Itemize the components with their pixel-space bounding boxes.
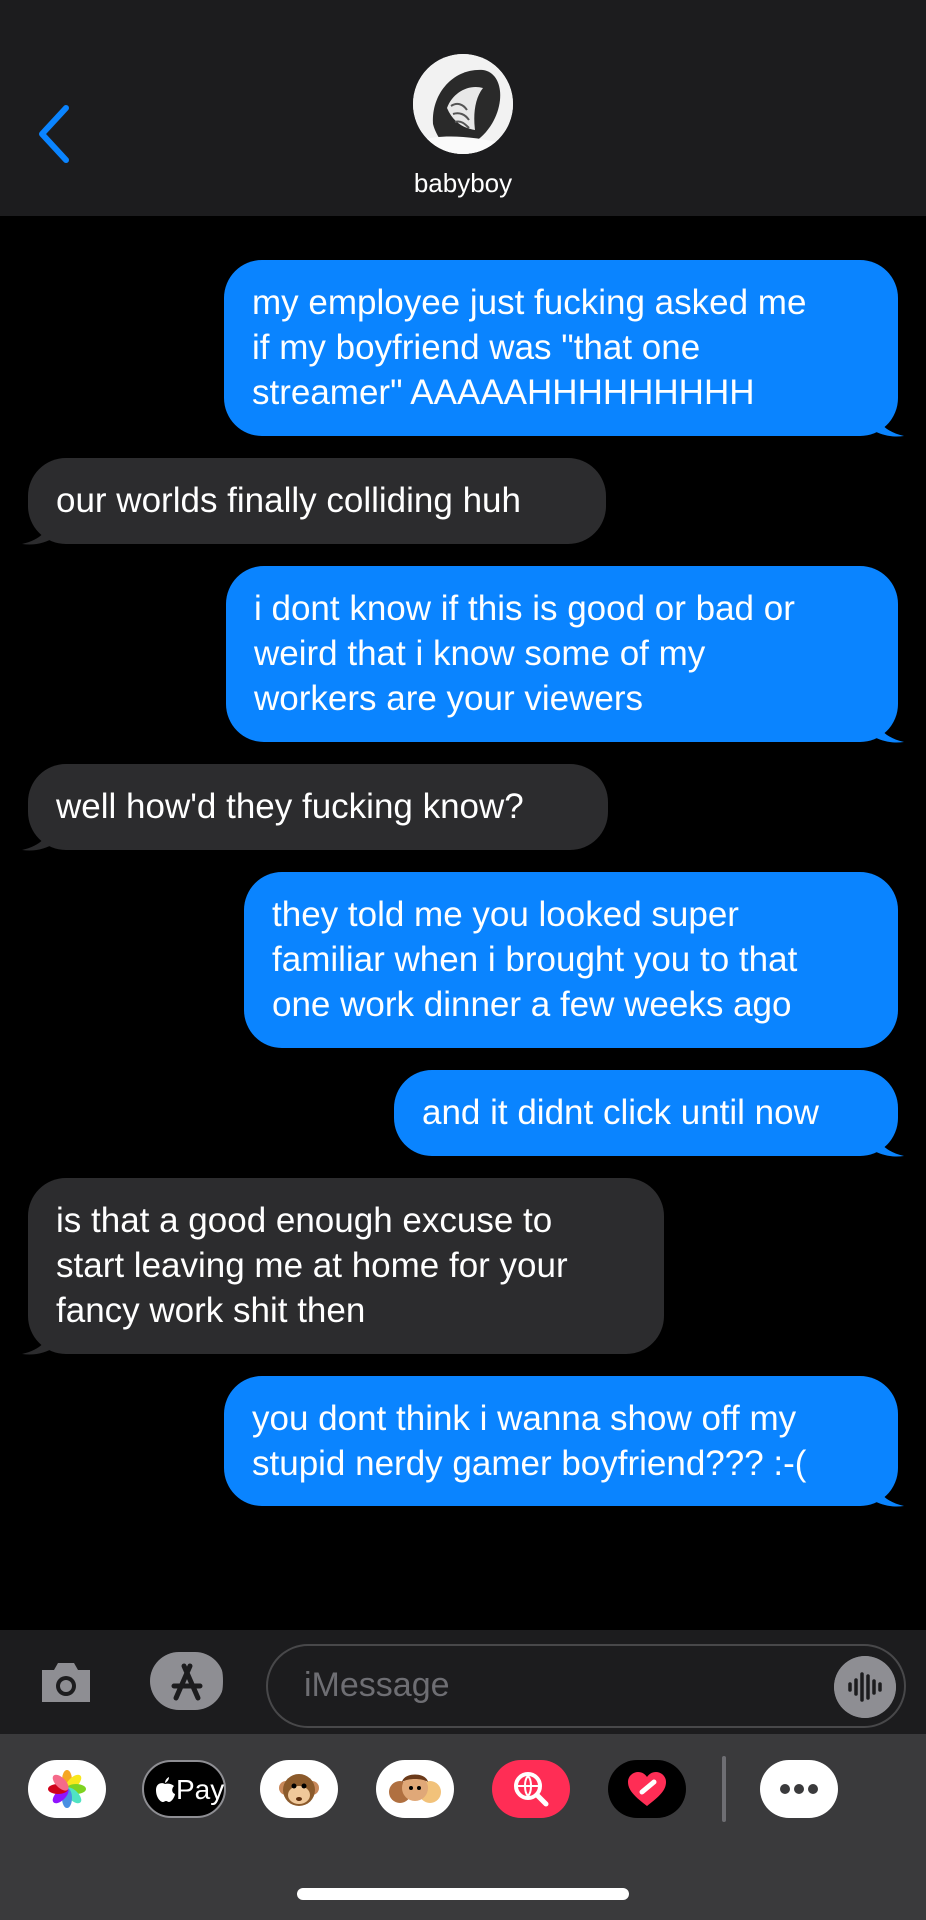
- received-message-bubble[interactable]: our worlds finally colliding huh: [28, 458, 606, 544]
- audio-message-icon[interactable]: [834, 1656, 896, 1718]
- contact-name[interactable]: babyboy: [0, 168, 926, 199]
- camera-icon[interactable]: [38, 1658, 94, 1706]
- apple-logo-icon: [156, 1777, 175, 1802]
- sent-bubble-tail: [872, 406, 904, 437]
- conversation-header: babyboy: [0, 0, 926, 216]
- apple-pay-icon[interactable]: Pay: [142, 1760, 226, 1818]
- avatar-image: [413, 54, 513, 154]
- message-text-line: start leaving me at home for your: [56, 1246, 568, 1285]
- message-text-line: if my boyfriend was "that one: [252, 328, 701, 367]
- more-apps-icon[interactable]: [760, 1760, 838, 1818]
- imessage-input[interactable]: iMessage: [266, 1644, 906, 1728]
- sent-message-bubble[interactable]: my employee just fucking asked me if my …: [224, 260, 898, 436]
- sent-bubble-tail: [872, 1126, 904, 1157]
- message-text-line: streamer" AAAAAHHHHHHHHH: [252, 373, 755, 412]
- back-chevron-icon[interactable]: [36, 104, 76, 164]
- message-text-line: they told me you looked super: [272, 895, 739, 934]
- app-drawer: Pay: [0, 1734, 926, 1920]
- sent-bubble-tail: [872, 712, 904, 743]
- message-text-line: i dont know if this is good or bad or: [254, 589, 795, 628]
- contact-avatar[interactable]: [413, 54, 513, 154]
- imessage-placeholder: iMessage: [304, 1666, 450, 1704]
- app-store-icon[interactable]: [148, 1650, 226, 1712]
- received-bubble-tail: [22, 514, 54, 545]
- message-text-line: familiar when i brought you to that: [272, 940, 798, 979]
- message-text-line: fancy work shit then: [56, 1291, 366, 1330]
- message-text-line: stupid nerdy gamer boyfriend??? :-(: [252, 1444, 807, 1483]
- message-text-line: my employee just fucking asked me: [252, 283, 807, 322]
- message-text-line: you dont think i wanna show off my: [252, 1399, 797, 1438]
- message-text-line: is that a good enough excuse to: [56, 1201, 553, 1240]
- home-indicator[interactable]: [297, 1888, 629, 1900]
- heart-app-icon[interactable]: [608, 1760, 686, 1818]
- sent-message-bubble[interactable]: i dont know if this is good or bad or we…: [226, 566, 898, 742]
- photos-icon[interactable]: [28, 1760, 106, 1818]
- sent-message-bubble[interactable]: they told me you looked super familiar w…: [244, 872, 898, 1048]
- message-text-line: workers are your viewers: [254, 679, 643, 718]
- received-message-bubble[interactable]: well how'd they fucking know?: [28, 764, 608, 850]
- memoji-group-icon[interactable]: [376, 1760, 454, 1818]
- sent-bubble-tail: [872, 1476, 904, 1507]
- sent-message-bubble[interactable]: and it didnt click until now: [394, 1070, 898, 1156]
- app-drawer-divider: [722, 1756, 726, 1822]
- message-composer: iMessage: [0, 1630, 926, 1734]
- message-text-line: weird that i know some of my: [254, 634, 706, 673]
- image-search-icon[interactable]: [492, 1760, 570, 1818]
- received-bubble-tail: [22, 820, 54, 851]
- message-text-line: our worlds finally colliding huh: [56, 481, 521, 520]
- message-text-line: one work dinner a few weeks ago: [272, 985, 792, 1024]
- message-text-line: and it didnt click until now: [422, 1093, 819, 1132]
- received-message-bubble[interactable]: is that a good enough excuse to start le…: [28, 1178, 664, 1354]
- apple-pay-label: Pay: [176, 1774, 225, 1805]
- sent-message-bubble[interactable]: you dont think i wanna show off my stupi…: [224, 1376, 898, 1506]
- received-bubble-tail: [22, 1324, 54, 1355]
- monkey-memoji-icon[interactable]: [260, 1760, 338, 1818]
- message-text-line: well how'd they fucking know?: [56, 787, 524, 826]
